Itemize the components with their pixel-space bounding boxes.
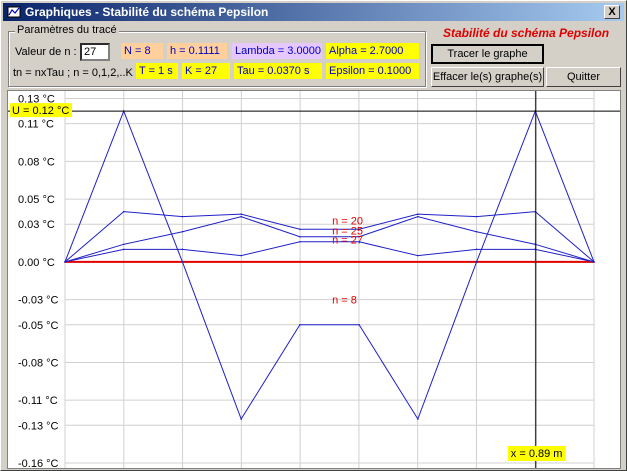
data-point xyxy=(240,215,242,218)
y-tick-label: 0.08 °C xyxy=(18,156,55,168)
trace-button[interactable]: Tracer le graphe xyxy=(431,44,544,64)
quit-button[interactable]: Quitter xyxy=(546,67,621,87)
n-chip: N = 8 xyxy=(121,43,163,59)
data-point xyxy=(358,323,360,326)
series-line xyxy=(64,216,595,263)
data-point xyxy=(299,241,301,243)
data-point xyxy=(181,261,184,263)
data-point xyxy=(417,215,419,218)
grid xyxy=(64,91,595,468)
y-axis: 0.13 °C0.11 °C0.08 °C0.05 °C0.03 °C0.00 … xyxy=(18,94,59,470)
series-label: n = 27 xyxy=(332,234,363,246)
close-button[interactable]: X xyxy=(604,5,620,19)
data-point xyxy=(417,254,419,257)
y-tick-label: -0.08 °C xyxy=(18,357,59,369)
title-bar[interactable]: Graphiques - Stabilité du schéma Pepsilo… xyxy=(3,3,624,21)
tn-label: tn = nxTau ; n = 0,1,2,..K xyxy=(13,67,133,79)
data-point xyxy=(181,248,184,251)
y-tick-label: -0.16 °C xyxy=(18,458,59,468)
clear-button[interactable]: Effacer le(s) graphe(s) xyxy=(431,67,544,87)
series xyxy=(64,109,595,421)
series-label: n = 8 xyxy=(332,295,357,307)
params-group-label: Paramètres du tracé xyxy=(15,24,119,36)
h-chip: h = 0.1111 xyxy=(167,43,227,59)
data-point xyxy=(475,230,478,233)
data-point xyxy=(122,210,125,213)
data-point xyxy=(475,248,478,251)
data-point xyxy=(475,215,478,218)
cursor: U = 0.12 °C x = 0.89 m xyxy=(8,91,620,468)
data-point xyxy=(593,261,595,263)
data-point xyxy=(417,418,419,420)
data-point xyxy=(240,418,242,420)
value-label: Valeur de n : xyxy=(15,46,77,58)
y-tick-label: 0.03 °C xyxy=(18,219,55,231)
series-line xyxy=(64,241,595,263)
data-point xyxy=(475,261,478,263)
n-value-input[interactable]: 27 xyxy=(80,43,110,61)
data-point xyxy=(417,213,419,215)
data-point xyxy=(240,213,242,215)
y-tick-label: 0.00 °C xyxy=(18,257,55,269)
data-point xyxy=(122,243,125,246)
k-chip: K = 27 xyxy=(182,63,230,79)
data-point xyxy=(64,261,66,263)
window: Graphiques - Stabilité du schéma Pepsilo… xyxy=(0,0,627,471)
y-tick-label: -0.03 °C xyxy=(18,295,59,307)
app-icon xyxy=(7,6,21,18)
y-tick-label: 0.05 °C xyxy=(18,194,55,206)
series-line xyxy=(64,109,595,421)
data-point xyxy=(181,230,184,233)
y-tick-label: 0.11 °C xyxy=(18,119,54,131)
data-point xyxy=(181,215,184,218)
y-tick-label: -0.13 °C xyxy=(18,420,59,432)
epsilon-chip: Epsilon = 0.1000 xyxy=(326,63,419,79)
x-readout: x = 0.89 m xyxy=(511,448,563,460)
data-point xyxy=(299,228,301,231)
y-tick-label: -0.11 °C xyxy=(18,395,58,407)
u-readout: U = 0.12 °C xyxy=(12,105,69,117)
window-title: Graphiques - Stabilité du schéma Pepsilo… xyxy=(25,5,269,19)
tau-chip: Tau = 0.0370 s xyxy=(234,63,322,79)
lambda-chip: Lambda = 3.0000 xyxy=(232,43,322,59)
chart: 0.13 °C0.11 °C0.08 °C0.05 °C0.03 °C0.00 … xyxy=(8,91,620,470)
alpha-chip: Alpha = 2.7000 xyxy=(326,43,419,59)
y-tick-label: -0.05 °C xyxy=(18,320,59,332)
data-point xyxy=(299,235,301,238)
data-point xyxy=(240,254,242,257)
t-chip: T = 1 s xyxy=(136,63,178,79)
header-title: Stabilité du schéma Pepsilon xyxy=(443,26,610,40)
data-point xyxy=(299,323,301,326)
plot-area[interactable]: 0.13 °C 0.11 °C 0.08 °C 0.05 °C 0.03 °C 0.00 … xyxy=(7,90,621,470)
data-point xyxy=(122,248,125,251)
